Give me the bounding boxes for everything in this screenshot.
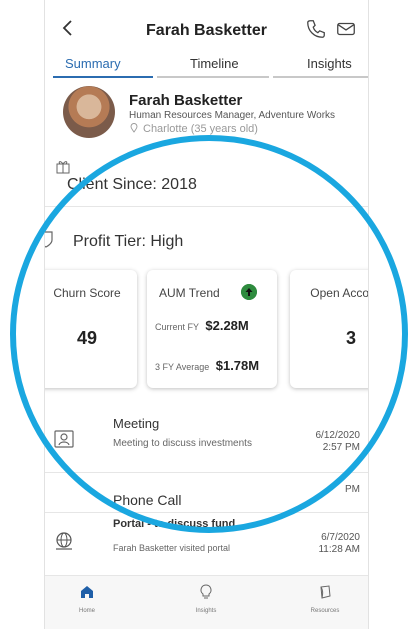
tab-indicator-active	[53, 76, 153, 78]
nav-home[interactable]: Home	[57, 584, 117, 614]
gift-icon	[56, 161, 70, 174]
mail-icon[interactable]	[335, 18, 357, 40]
aum-average-label: 3 FY Average	[155, 362, 210, 372]
profile-details-text: Charlotte (35 years old)	[143, 123, 258, 135]
churn-score-title: Churn Score	[53, 286, 121, 300]
timeline-desc: Meeting to discuss investments	[113, 438, 252, 449]
nav-label: Resources	[310, 608, 340, 614]
resources-icon	[320, 585, 331, 599]
timeline-date: 6/12/2020 2:57 PM	[316, 430, 361, 454]
timeline-title: Meeting	[113, 416, 160, 431]
nav-insights[interactable]: Insights	[176, 584, 236, 614]
bottom-nav: Home Insights Resources	[45, 575, 368, 629]
divider	[45, 206, 368, 207]
timeline-date-time: 2:57 PM	[322, 442, 360, 453]
timeline-title: Portal - to discuss fund	[113, 518, 236, 530]
profile-name: Farah Basketter	[129, 92, 243, 109]
divider	[45, 472, 368, 473]
aum-trend-card[interactable]: AUM Trend Current FY $2.28M 3 FY Average…	[147, 270, 277, 388]
globe-icon	[56, 532, 72, 550]
open-accounts-title: Open Accounts	[310, 286, 369, 300]
tab-timeline[interactable]: Timeline	[190, 56, 239, 71]
profile-role: Human Resources Manager, Adventure Works	[129, 110, 336, 121]
arrow-up-icon	[241, 284, 257, 300]
tab-divider	[157, 76, 269, 78]
timeline-date: PM	[345, 484, 360, 495]
profit-tier: Profit Tier: High	[73, 233, 184, 250]
nav-label: Insights	[195, 608, 217, 614]
churn-score-card[interactable]: Churn Score 49	[45, 270, 137, 388]
tab-divider	[273, 76, 368, 78]
nav-resources[interactable]: Resources	[295, 584, 355, 614]
aum-average: 3 FY Average $1.78M	[155, 358, 259, 373]
shield-icon	[45, 231, 53, 248]
aum-current-value: $2.28M	[205, 318, 249, 333]
divider	[45, 512, 368, 513]
location-icon	[130, 123, 138, 133]
timeline-desc: Farah Basketter visited portal	[113, 543, 231, 553]
timeline-date-day: 6/7/2020	[321, 532, 360, 543]
home-icon	[81, 586, 93, 598]
phone-icon[interactable]	[305, 18, 327, 40]
client-since: Client Since: 2018	[67, 176, 197, 193]
aum-current-label: Current FY	[155, 322, 199, 332]
tab-bar: Summary Timeline Insights	[45, 52, 368, 80]
timeline-date: 6/7/2020 11:28 AM	[318, 532, 360, 556]
timeline-date-time: 11:28 AM	[318, 544, 360, 555]
nav-label: Home	[78, 608, 95, 614]
phone-screen: Farah Basketter Summary Timeline Insight…	[44, 0, 369, 629]
tab-insights[interactable]: Insights	[307, 56, 352, 71]
profile-details: Charlotte (35 years old)	[129, 123, 258, 135]
meeting-icon	[54, 430, 74, 448]
aum-average-value: $1.78M	[215, 358, 260, 373]
churn-score-value: 49	[76, 328, 98, 348]
timeline-date-day: 6/12/2020	[315, 430, 361, 441]
open-accounts-card[interactable]: Open Accounts 3	[290, 270, 369, 388]
avatar	[63, 86, 115, 138]
aum-current: Current FY $2.28M	[155, 318, 249, 333]
open-accounts-value: 3	[345, 328, 356, 348]
tab-summary[interactable]: Summary	[65, 56, 121, 71]
timeline-title: Phone Call	[113, 492, 182, 508]
header: Farah Basketter	[45, 0, 368, 56]
aum-trend-title: AUM Trend	[159, 286, 220, 300]
lightbulb-icon	[200, 584, 212, 599]
